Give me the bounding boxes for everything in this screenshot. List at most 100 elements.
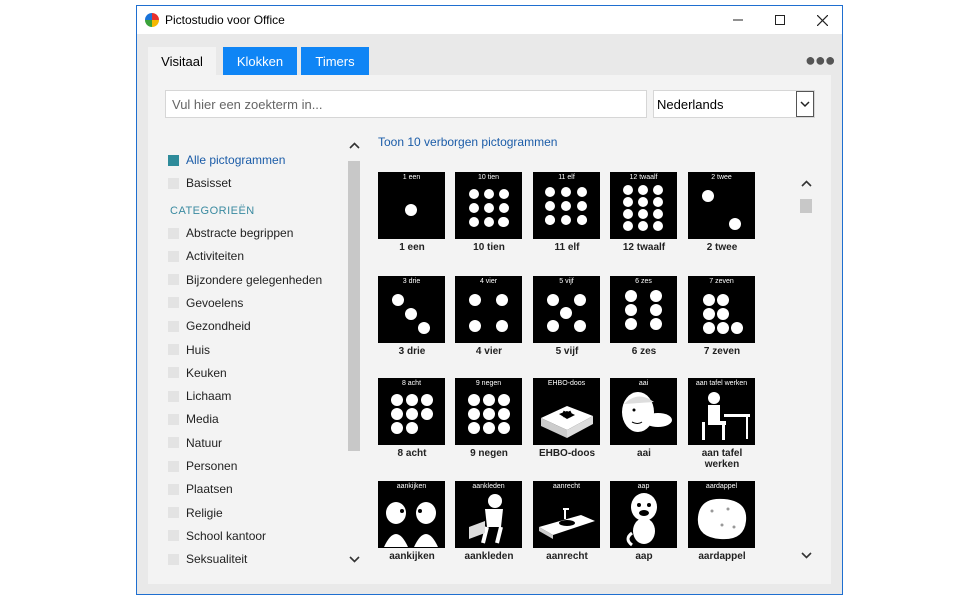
scroll-up-icon[interactable] xyxy=(346,137,362,153)
pictogram-tile[interactable]: 9 negen 9 negen xyxy=(455,378,523,459)
pictogram-caption: aankleden xyxy=(472,483,505,490)
sidebar-item-category[interactable]: Plaatsen xyxy=(168,480,233,498)
pictogram-image: 5 vijf xyxy=(533,276,600,343)
pictogram-image: 1 een xyxy=(378,172,445,239)
pictogram-label: aap xyxy=(635,551,653,562)
pictogram-image: 2 twee xyxy=(688,172,755,239)
close-button[interactable] xyxy=(801,6,843,34)
pictogram-caption: 8 acht xyxy=(401,380,422,387)
pictogram-label: aardappel xyxy=(698,551,746,562)
dots-icon xyxy=(703,294,743,334)
sidebar-item-category[interactable]: Gezondheid xyxy=(168,317,251,335)
checkbox-icon xyxy=(168,483,179,495)
maximize-button[interactable] xyxy=(759,6,801,34)
sidebar-item-category[interactable]: School kantoor xyxy=(168,527,266,545)
pictogram-label: aai xyxy=(637,448,651,459)
dots-icon xyxy=(392,294,430,334)
scroll-up-icon[interactable] xyxy=(798,175,814,191)
dots-icon xyxy=(405,204,417,216)
pictogram-tile[interactable]: 8 acht 8 acht xyxy=(378,378,446,459)
pictogram-label: 8 acht xyxy=(397,448,427,459)
close-icon xyxy=(816,14,828,26)
sidebar-scrollbar[interactable] xyxy=(346,137,362,567)
scrollbar-thumb[interactable] xyxy=(800,199,812,213)
scroll-down-icon[interactable] xyxy=(346,551,362,567)
pictogram-image: EHBO-doos xyxy=(533,378,600,445)
checkbox-icon xyxy=(168,177,179,189)
grid-scrollbar[interactable] xyxy=(798,175,814,565)
pictogram-caption: 2 twee xyxy=(711,174,732,181)
tab-visitaal[interactable]: Visitaal xyxy=(148,47,216,75)
pictogram-label: 1 een xyxy=(399,242,425,253)
pictogram-tile[interactable]: 2 twee 2 twee xyxy=(688,172,756,253)
more-options-icon[interactable]: ●●● xyxy=(805,50,836,71)
sidebar-item-category[interactable]: Seksualiteit xyxy=(168,550,247,567)
sidebar-item-all[interactable]: Alle pictogrammen xyxy=(168,151,285,169)
pictogram-tile[interactable]: EHBO-doos EHBO-doos xyxy=(533,378,601,459)
sidebar-item-category[interactable]: Bijzondere gelegenheden xyxy=(168,271,322,289)
sidebar-item-category[interactable]: Media xyxy=(168,410,219,428)
dropdown-arrow-icon[interactable] xyxy=(796,91,814,117)
pictogram-tile[interactable]: 4 vier 4 vier xyxy=(455,276,523,357)
sidebar-item-category[interactable]: Abstracte begrippen xyxy=(168,224,293,242)
pictogram-image: aan tafel werken xyxy=(688,378,755,445)
sidebar-item-basisset[interactable]: Basisset xyxy=(168,174,231,192)
pictogram-tile[interactable]: 3 drie 3 drie xyxy=(378,276,446,357)
dots-icon xyxy=(469,189,509,227)
pictogram-image: 10 tien xyxy=(455,172,522,239)
sidebar-item-category[interactable]: Natuur xyxy=(168,434,222,452)
dots-icon xyxy=(468,394,510,434)
sidebar-item-category[interactable]: Religie xyxy=(168,504,223,522)
pictogram-label: 3 drie xyxy=(398,346,426,357)
checkbox-icon xyxy=(168,460,179,472)
work-at-table-icon xyxy=(702,392,750,440)
pictogram-tile[interactable]: aankijken aankijken xyxy=(378,481,446,562)
sidebar-item-category[interactable]: Keuken xyxy=(168,364,227,382)
sidebar-item-category[interactable]: Gevoelens xyxy=(168,294,243,312)
kitchen-counter-icon xyxy=(539,508,595,539)
pictogram-caption: 9 negen xyxy=(475,380,502,387)
stroke-face-icon xyxy=(622,392,672,432)
tab-klokken[interactable]: Klokken xyxy=(223,47,297,75)
scrollbar-thumb[interactable] xyxy=(348,161,360,451)
pictogram-label: aanrecht xyxy=(546,551,588,562)
pictogram-label: 5 vijf xyxy=(555,346,579,357)
app-logo-icon xyxy=(145,13,159,27)
pictogram-tile[interactable]: aan tafel werken aan tafel werken xyxy=(688,378,756,470)
pictogram-tile[interactable]: 11 elf 11 elf xyxy=(533,172,601,253)
pictogram-tile[interactable]: 6 zes 6 zes xyxy=(610,276,678,357)
dots-icon xyxy=(623,185,663,231)
show-hidden-pictograms-link[interactable]: Toon 10 verborgen pictogrammen xyxy=(378,135,557,149)
language-select[interactable]: Nederlands xyxy=(653,90,815,118)
pictogram-tile[interactable]: 1 een 1 een xyxy=(378,172,446,253)
categories-heading: CATEGORIEËN xyxy=(170,205,255,217)
pictogram-tile[interactable]: aardappel aardappel xyxy=(688,481,756,562)
pictogram-caption: aan tafel werken xyxy=(695,380,748,387)
dots-icon xyxy=(545,187,587,225)
pictogram-label: EHBO-doos xyxy=(538,448,596,459)
sidebar-item-category[interactable]: Lichaam xyxy=(168,387,231,405)
sidebar-item-category[interactable]: Activiteiten xyxy=(168,247,244,265)
pictogram-tile[interactable]: aap aap xyxy=(610,481,678,562)
pictogram-tile[interactable]: 12 twaalf 12 twaalf xyxy=(610,172,678,253)
checkbox-icon xyxy=(168,390,179,402)
pictogram-tile[interactable]: aanrecht aanrecht xyxy=(533,481,601,562)
pictogram-label: 12 twaalf xyxy=(622,242,666,253)
pictogram-label: 7 zeven xyxy=(703,346,741,357)
scroll-down-icon[interactable] xyxy=(798,547,814,563)
dots-icon xyxy=(625,290,662,330)
sidebar-item-category[interactable]: Personen xyxy=(168,457,237,475)
sidebar-item-category[interactable]: Huis xyxy=(168,341,210,359)
pictogram-tile[interactable]: 10 tien 10 tien xyxy=(455,172,523,253)
minimize-button[interactable] xyxy=(717,6,759,34)
checkbox-icon xyxy=(168,413,179,425)
pictogram-image: aardappel xyxy=(688,481,755,548)
pictogram-tile[interactable]: 5 vijf 5 vijf xyxy=(533,276,601,357)
search-input[interactable] xyxy=(165,90,647,118)
pictogram-tile[interactable]: aai aai xyxy=(610,378,678,459)
maximize-icon xyxy=(775,15,785,25)
pictogram-tile[interactable]: 7 zeven 7 zeven xyxy=(688,276,756,357)
pictogram-caption: 11 elf xyxy=(558,174,575,181)
pictogram-tile[interactable]: aankleden aankleden xyxy=(455,481,523,562)
tab-timers[interactable]: Timers xyxy=(301,47,369,75)
